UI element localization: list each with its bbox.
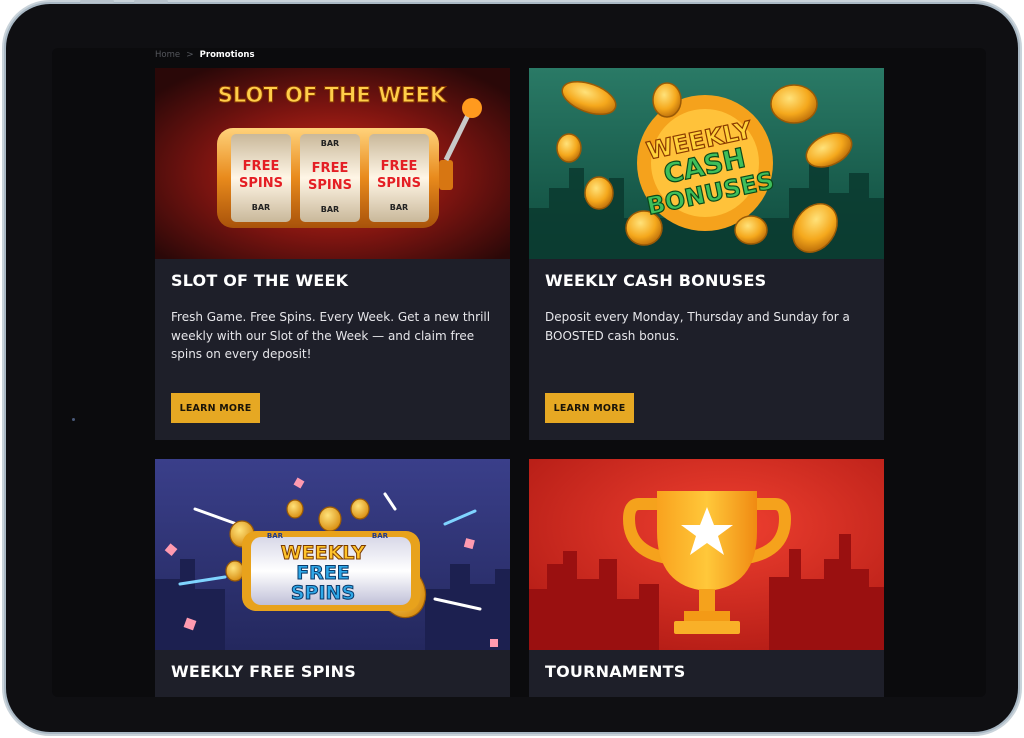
- promo-card-weekly-cash-bonuses: WEEKLY CASH BONUSES WEEKLY CASH BONUSES …: [529, 68, 884, 440]
- svg-text:BAR: BAR: [390, 203, 408, 212]
- breadcrumb-current: Promotions: [199, 50, 255, 60]
- svg-text:BAR: BAR: [321, 139, 339, 148]
- volume-button: [80, 0, 114, 3]
- svg-text:FREE: FREE: [381, 159, 418, 174]
- promo-title: WEEKLY FREE SPINS: [171, 662, 356, 681]
- learn-more-button[interactable]: LEARN MORE: [171, 393, 260, 423]
- breadcrumb-home-link[interactable]: Home: [155, 50, 180, 60]
- svg-text:FREE: FREE: [296, 562, 350, 584]
- promotions-page: Home > Promotions SLOT OF THE WEEK FREE …: [155, 48, 884, 697]
- breadcrumb-separator-icon: >: [186, 50, 194, 60]
- promo-card-tournaments: TOURNAMENTS: [529, 459, 884, 697]
- learn-more-button[interactable]: LEARN MORE: [545, 393, 634, 423]
- side-indicator: [72, 418, 75, 421]
- promo-title: SLOT OF THE WEEK: [171, 271, 349, 290]
- weekly-cash-bonuses-image[interactable]: WEEKLY CASH BONUSES: [529, 68, 884, 259]
- weekly-free-spins-image[interactable]: BAR BAR WEEKLY FREE SPINS: [155, 459, 510, 650]
- screen: Home > Promotions SLOT OF THE WEEK FREE …: [52, 48, 986, 697]
- svg-text:SPINS: SPINS: [308, 178, 352, 193]
- slot-of-the-week-image[interactable]: SLOT OF THE WEEK FREE SPINS FREE SPINS FRE…: [155, 68, 510, 259]
- tablet-frame: Home > Promotions SLOT OF THE WEEK FREE …: [6, 4, 1018, 732]
- breadcrumb: Home > Promotions: [155, 48, 255, 62]
- promo-title: WEEKLY CASH BONUSES: [545, 271, 767, 290]
- svg-text:WEEKLY: WEEKLY: [281, 542, 366, 564]
- svg-text:FREE: FREE: [312, 161, 349, 176]
- svg-text:SPINS: SPINS: [377, 176, 421, 191]
- svg-text:BAR: BAR: [321, 205, 339, 214]
- svg-text:BAR: BAR: [267, 532, 284, 540]
- svg-text:SPINS: SPINS: [239, 176, 283, 191]
- svg-text:SPINS: SPINS: [291, 582, 355, 604]
- svg-text:BAR: BAR: [372, 532, 389, 540]
- tournaments-image[interactable]: [529, 459, 884, 650]
- svg-text:FREE: FREE: [243, 159, 280, 174]
- promo-description: Fresh Game. Free Spins. Every Week. Get …: [171, 310, 491, 361]
- promo-description: Deposit every Monday, Thursday and Sunda…: [545, 310, 850, 343]
- svg-text:SLOT OF THE WEEK: SLOT OF THE WEEK: [218, 83, 447, 107]
- promo-title: TOURNAMENTS: [545, 662, 686, 681]
- promo-card-slot-of-the-week: SLOT OF THE WEEK FREE SPINS FREE SPINS FRE…: [155, 68, 510, 440]
- svg-text:BAR: BAR: [252, 203, 270, 212]
- promo-card-weekly-free-spins: BAR BAR WEEKLY FREE SPINS WEEKLY FREE SPI…: [155, 459, 510, 697]
- volume-button: [134, 0, 168, 3]
